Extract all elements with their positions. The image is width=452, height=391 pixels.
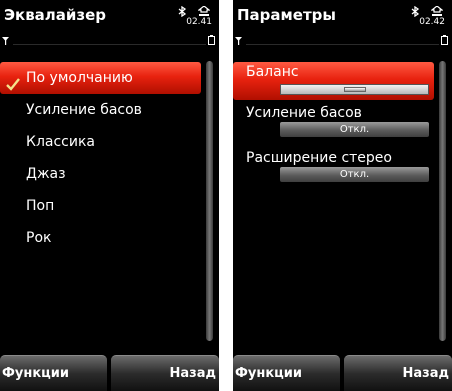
battery-icon bbox=[208, 30, 215, 49]
list-item-label: Джаз bbox=[26, 166, 66, 182]
setting-label: Расширение стерео bbox=[246, 150, 392, 166]
list-item[interactable]: Поп bbox=[0, 190, 201, 222]
clock: 02.42 bbox=[419, 17, 445, 27]
balance-slider[interactable] bbox=[280, 84, 429, 95]
back-softkey[interactable]: Назад bbox=[344, 355, 452, 391]
bass-boost-setting[interactable]: Усиление басов Откл. bbox=[233, 105, 434, 145]
separator bbox=[246, 44, 439, 45]
scrollbar[interactable] bbox=[206, 61, 213, 341]
clock: 02.41 bbox=[186, 17, 212, 27]
settings-list: Баланс Усиление басов Откл. Расширение с… bbox=[233, 62, 434, 190]
options-softkey[interactable]: Функции bbox=[0, 355, 107, 391]
list-item[interactable]: Классика bbox=[0, 126, 201, 158]
battery-icon bbox=[441, 30, 448, 49]
options-softkey[interactable]: Функции bbox=[233, 355, 340, 391]
signal-icon bbox=[235, 30, 242, 49]
balance-setting[interactable]: Баланс bbox=[233, 62, 434, 100]
equalizer-screen: Эквалайзер 02.41 По умолчанию Усиление б… bbox=[0, 0, 219, 391]
list-item-label: По умолчанию bbox=[26, 70, 133, 86]
stereo-widening-setting[interactable]: Расширение стерео Откл. bbox=[233, 150, 434, 190]
title-bar: Эквалайзер 02.41 bbox=[0, 0, 219, 45]
list-item[interactable]: Джаз bbox=[0, 158, 201, 190]
stereo-widening-value[interactable]: Откл. bbox=[280, 167, 429, 182]
softkey-bar: Функции Назад bbox=[0, 355, 219, 391]
bass-boost-value[interactable]: Откл. bbox=[280, 122, 429, 137]
setting-label: Усиление басов bbox=[246, 105, 362, 121]
parameters-screen: Параметры 02.42 Баланс Усиление басов От… bbox=[233, 0, 452, 391]
title-bar: Параметры 02.42 bbox=[233, 0, 452, 45]
list-item-label: Поп bbox=[26, 198, 55, 214]
scrollbar[interactable] bbox=[439, 61, 446, 341]
separator bbox=[13, 44, 206, 45]
equalizer-preset-list: По умолчанию Усиление басов Классика Джа… bbox=[0, 62, 201, 254]
list-item-label: Классика bbox=[26, 134, 95, 150]
signal-icon bbox=[2, 30, 9, 49]
list-item[interactable]: По умолчанию bbox=[0, 62, 201, 94]
page-title: Эквалайзер bbox=[4, 6, 107, 24]
softkey-bar: Функции Назад bbox=[233, 355, 452, 391]
list-item-label: Усиление басов bbox=[26, 102, 142, 118]
setting-label: Баланс bbox=[246, 64, 299, 80]
list-item-label: Рок bbox=[26, 230, 52, 246]
back-softkey[interactable]: Назад bbox=[111, 355, 219, 391]
slider-thumb[interactable] bbox=[344, 87, 366, 92]
list-item[interactable]: Усиление басов bbox=[0, 94, 201, 126]
list-item[interactable]: Рок bbox=[0, 222, 201, 254]
page-title: Параметры bbox=[237, 6, 336, 24]
